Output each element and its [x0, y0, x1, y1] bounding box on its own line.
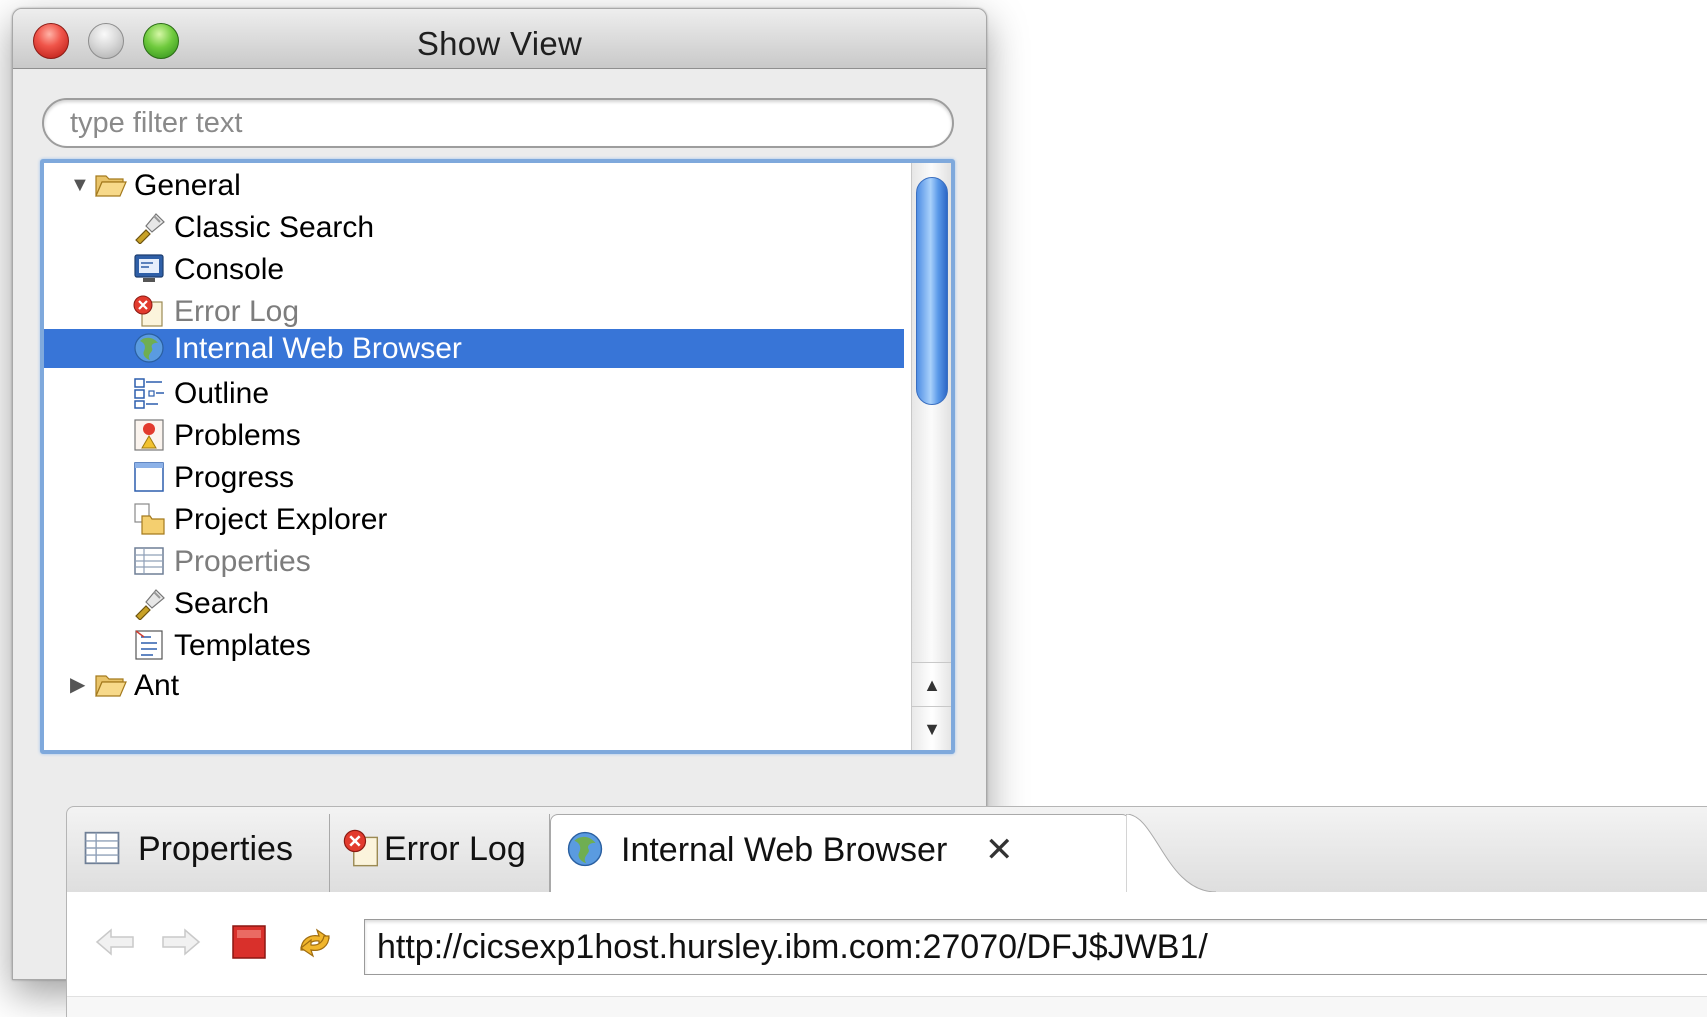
close-tab-icon[interactable]: ✕ — [985, 815, 1014, 885]
tree-item-templates[interactable]: Templates — [44, 623, 904, 668]
tree-item-label: Templates — [174, 629, 311, 662]
tab-curve — [1126, 814, 1216, 894]
flashlight-icon — [135, 213, 165, 244]
back-icon[interactable] — [93, 920, 137, 964]
project-explorer-icon — [134, 503, 165, 535]
tree-item-search[interactable]: Search — [44, 581, 904, 626]
outline-icon — [134, 378, 164, 409]
tree-item-label: Problems — [174, 419, 301, 452]
refresh-icon[interactable] — [293, 920, 337, 964]
expanded-triangle-icon[interactable]: ▼ — [70, 163, 92, 208]
tab-label: Error Log — [384, 830, 526, 868]
tab-error-log[interactable]: Error Log — [330, 814, 550, 892]
view-tab-bar: Properties Error Log Internal Web Browse… — [66, 806, 1707, 894]
tree-item-problems[interactable]: Problems — [44, 413, 904, 458]
tree-item-label: Classic Search — [174, 211, 375, 244]
tree-item-label: General — [134, 169, 241, 202]
folder-open-icon — [95, 175, 127, 197]
scrollbar-thumb[interactable] — [916, 177, 948, 405]
globe-icon — [134, 333, 164, 363]
tree-item-internal-web-browser[interactable]: Internal Web Browser — [44, 329, 904, 368]
tree-item-error-log[interactable]: Error Log — [44, 289, 904, 334]
tree-item-label: Error Log — [174, 295, 300, 328]
tree-item-label: Console — [174, 253, 285, 286]
tab-label: Internal Web Browser — [621, 831, 948, 869]
tree-item-classic-search[interactable]: Classic Search — [44, 205, 904, 250]
properties-icon — [134, 547, 164, 575]
title-bar[interactable]: Show View — [13, 9, 986, 69]
web-browser-pane: http://cicsexp1host.hursley.ibm.com:2707… — [66, 892, 1707, 1017]
error-log-icon — [133, 295, 163, 327]
folder-icon — [95, 675, 127, 697]
tree-item-label: Outline — [174, 377, 270, 410]
scroll-down-arrow-icon[interactable]: ▼ — [912, 706, 951, 750]
tree-item-general[interactable]: ▼ General — [44, 163, 904, 208]
tab-label: Properties — [138, 830, 293, 868]
forward-icon[interactable] — [159, 920, 203, 964]
view-stack: Properties Error Log Internal Web Browse… — [66, 806, 1707, 1017]
progress-icon — [134, 462, 164, 492]
view-tree: ▼ General Classic Search Console Error L… — [40, 159, 955, 754]
tree-item-label: Internal Web Browser — [174, 332, 462, 365]
tree-item-ant[interactable]: ▶ Ant — [44, 663, 904, 708]
globe-icon — [567, 831, 603, 867]
browser-content-area — [67, 996, 1707, 1017]
tree-item-console[interactable]: Console — [44, 247, 904, 292]
error-log-icon — [343, 829, 378, 867]
tree-item-outline[interactable]: Outline — [44, 371, 904, 416]
tree-item-progress[interactable]: Progress — [44, 455, 904, 500]
tree-item-properties[interactable]: Properties — [44, 539, 904, 584]
tree-item-label: Progress — [174, 461, 295, 494]
tree-item-project-explorer[interactable]: Project Explorer — [44, 497, 904, 542]
dialog-title: Show View — [416, 25, 583, 62]
tree-item-label: Project Explorer — [174, 503, 388, 536]
problems-icon — [134, 419, 164, 451]
tree-item-label: Ant — [134, 669, 180, 702]
collapsed-triangle-icon[interactable]: ▶ — [70, 663, 92, 708]
tab-internal-web-browser[interactable]: Internal Web Browser ✕ — [550, 814, 1130, 894]
tab-properties[interactable]: Properties — [68, 814, 330, 892]
properties-icon — [84, 831, 120, 865]
console-monitor-icon — [134, 254, 164, 282]
stop-icon[interactable] — [227, 920, 271, 964]
tree-item-label: Properties — [174, 545, 311, 578]
tree-scrollbar[interactable]: ▲ ▼ — [911, 163, 951, 750]
tree-item-label: Search — [174, 587, 270, 620]
filter-input[interactable] — [42, 98, 954, 148]
flashlight-icon — [135, 589, 165, 620]
url-field[interactable]: http://cicsexp1host.hursley.ibm.com:2707… — [364, 919, 1707, 975]
scroll-up-arrow-icon[interactable]: ▲ — [912, 662, 951, 706]
templates-icon — [135, 630, 163, 660]
